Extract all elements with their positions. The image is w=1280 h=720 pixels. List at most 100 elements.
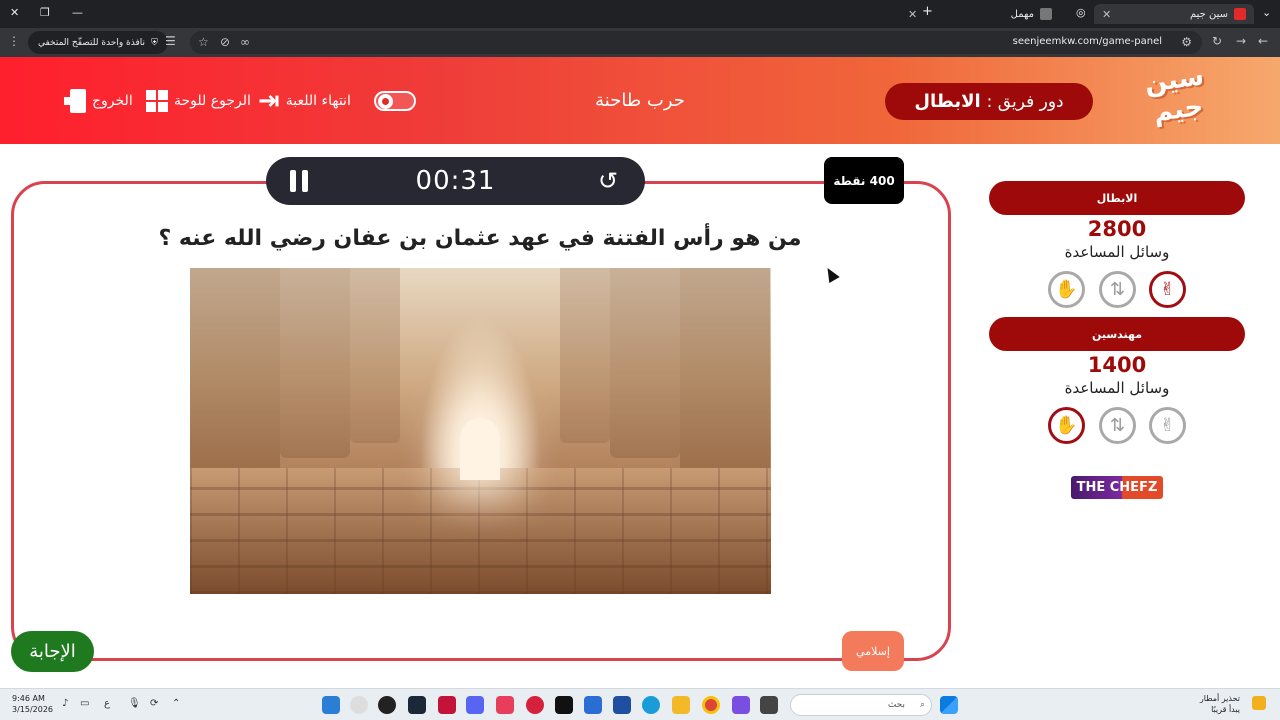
sync-icon[interactable]: ⟳ <box>150 698 158 709</box>
category-title: حرب طاحنة <box>595 90 685 111</box>
app-icon[interactable] <box>378 696 396 714</box>
team-score: 1400 <box>1087 353 1147 377</box>
hand-icon[interactable]: ✋ <box>1048 407 1085 444</box>
weather-title: تحذير أمطار <box>1199 694 1240 703</box>
outlook-icon[interactable] <box>584 696 602 714</box>
tab-search-icon[interactable]: ⌄ <box>1262 6 1271 19</box>
weather-subtitle: يبدأ قريبًا <box>1211 705 1240 714</box>
system-clock[interactable]: 9:46 AM 3/15/2026 <box>12 693 53 715</box>
reload-icon[interactable]: ↻ <box>1212 34 1222 48</box>
bookmark-star-icon[interactable]: ☆ <box>198 35 209 49</box>
exit-door-icon <box>64 89 86 113</box>
image-pillar <box>190 268 280 478</box>
image-light-door <box>460 418 500 480</box>
incognito-icon: ⛨ <box>151 37 158 48</box>
question-text: من هو رأس الفتنة في عهد عثمان بن عفان رض… <box>158 226 802 251</box>
microphone-icon[interactable]: 🎙 <box>128 698 141 709</box>
show-hidden-icons-icon[interactable]: ⌃ <box>172 698 180 709</box>
store-icon[interactable] <box>613 696 631 714</box>
two-answers-icon[interactable]: ✌ <box>1149 271 1186 308</box>
category-badge: إسلامي <box>842 631 904 671</box>
incognito-eye-icon[interactable]: ∞ <box>240 35 250 49</box>
reset-timer-icon[interactable]: ↺ <box>593 167 623 195</box>
settings-icon[interactable] <box>350 696 368 714</box>
team-name-pill: مهندسين <box>989 317 1245 351</box>
address-bar[interactable]: ☆ ⊘ ∞ seenjeemkw.com/game-panel ⚙ <box>190 31 1202 54</box>
game-header: سين جيم دور فريق : الابطال حرب طاحنة انته… <box>0 57 1280 144</box>
chrome-icon[interactable] <box>702 696 720 714</box>
os-taskbar: 9:46 AM 3/15/2026 ♪ ▭ ع 🎙 ⟳ ⌃ بحث ⌕ تحذي… <box>0 688 1280 720</box>
team-score: 2800 <box>1087 217 1147 241</box>
app-icon[interactable] <box>526 696 544 714</box>
taskbar-search-box[interactable]: بحث ⌕ <box>790 694 932 716</box>
image-pillar <box>350 268 400 443</box>
reading-list-icon[interactable]: ☰ <box>165 34 176 48</box>
edge-icon[interactable] <box>642 696 660 714</box>
incognito-label: نافذة واحدة للتصفّح المتخفي <box>38 37 146 48</box>
tab-audio-icon[interactable]: ◎ <box>1076 6 1086 19</box>
timer-bar: 00:31 ↺ <box>266 157 645 205</box>
discord-icon[interactable] <box>466 696 484 714</box>
exit-button[interactable]: الخروج <box>64 87 133 115</box>
app-icon[interactable] <box>322 696 340 714</box>
image-pillar <box>610 268 680 458</box>
browser-toolbar: ⋮ ⛨ نافذة واحدة للتصفّح المتخفي ☰ ☆ ⊘ ∞ … <box>0 28 1280 57</box>
end-game-toggle[interactable] <box>374 91 416 111</box>
image-pillar <box>280 268 350 458</box>
app-icon[interactable] <box>438 696 456 714</box>
restore-window-icon[interactable]: ❐ <box>40 6 50 19</box>
windows-start-icon[interactable] <box>940 696 958 714</box>
swap-icon[interactable]: ⇅ <box>1099 271 1136 308</box>
tab-seenjeem[interactable]: سين جيم ✕ <box>1094 4 1254 24</box>
weather-warning-icon <box>1252 696 1266 710</box>
minimize-window-icon[interactable]: — <box>72 6 83 19</box>
arrow-right-bar-icon: ⇥ <box>258 86 280 116</box>
incognito-chip[interactable]: ⛨ نافذة واحدة للتصفّح المتخفي <box>28 31 168 54</box>
grid-icon <box>146 90 168 112</box>
close-tab-icon[interactable]: ✕ <box>908 8 917 21</box>
menu-icon[interactable]: ⋮ <box>8 34 20 48</box>
clock-date: 3/15/2026 <box>12 705 54 714</box>
swap-icon[interactable]: ⇅ <box>1099 407 1136 444</box>
points-badge: 400 نقطة <box>824 157 904 204</box>
two-answers-icon[interactable]: ✌ <box>1149 407 1186 444</box>
aids-label: وسائل المساعدة <box>1064 379 1170 397</box>
search-placeholder: بحث <box>887 700 905 710</box>
speaker-icon[interactable]: ♪ <box>62 698 68 709</box>
url-text[interactable]: seenjeemkw.com/game-panel <box>1013 36 1162 47</box>
turn-team: الابطال <box>914 91 981 112</box>
tab-title: سين جيم <box>1189 8 1228 20</box>
turn-indicator: دور فريق : الابطال <box>885 83 1093 120</box>
steam-icon[interactable] <box>408 696 426 714</box>
forward-icon[interactable]: → <box>1236 34 1246 48</box>
tab-favicon <box>1040 8 1052 20</box>
hand-icon[interactable]: ✋ <box>1048 271 1085 308</box>
search-icon: ⌕ <box>919 700 925 710</box>
timer-display: 00:31 <box>415 166 496 196</box>
turn-label: دور فريق : <box>986 91 1064 112</box>
capcut-icon[interactable] <box>555 696 573 714</box>
back-to-board-label: الرجوع للوحة <box>174 93 251 109</box>
show-answer-button[interactable]: الإجابة <box>11 631 94 672</box>
tab-title: مهمل <box>1010 8 1034 20</box>
exit-label: الخروج <box>92 93 133 109</box>
back-icon[interactable]: ← <box>1258 34 1268 48</box>
file-explorer-icon[interactable] <box>672 696 690 714</box>
task-view-icon[interactable] <box>760 696 778 714</box>
aids-label: وسائل المساعدة <box>1064 243 1170 261</box>
close-tab-icon[interactable]: ✕ <box>1102 8 1111 21</box>
eye-off-icon[interactable]: ⊘ <box>220 35 230 49</box>
language-indicator[interactable]: ع <box>104 698 110 709</box>
image-pillar <box>560 268 610 443</box>
site-settings-icon[interactable]: ⚙ <box>1181 35 1192 49</box>
image-pillar <box>680 268 770 478</box>
tab-trash[interactable]: مهمل ✕ <box>900 4 1060 24</box>
browser-tab-bar: ✕ ❐ — + مهمل ✕ ◎ سين جيم ✕ ⌄ <box>0 0 1280 28</box>
back-to-board-button[interactable]: الرجوع للوحة <box>146 87 251 115</box>
app-icon[interactable] <box>496 696 514 714</box>
weather-widget[interactable]: تحذير أمطار يبدأ قريبًا <box>1200 693 1240 715</box>
network-icon[interactable]: ▭ <box>80 698 89 709</box>
close-window-icon[interactable]: ✕ <box>10 6 19 19</box>
end-game-button[interactable]: انتهاء اللعبة ⇥ <box>258 87 351 115</box>
copilot-icon[interactable] <box>732 696 750 714</box>
